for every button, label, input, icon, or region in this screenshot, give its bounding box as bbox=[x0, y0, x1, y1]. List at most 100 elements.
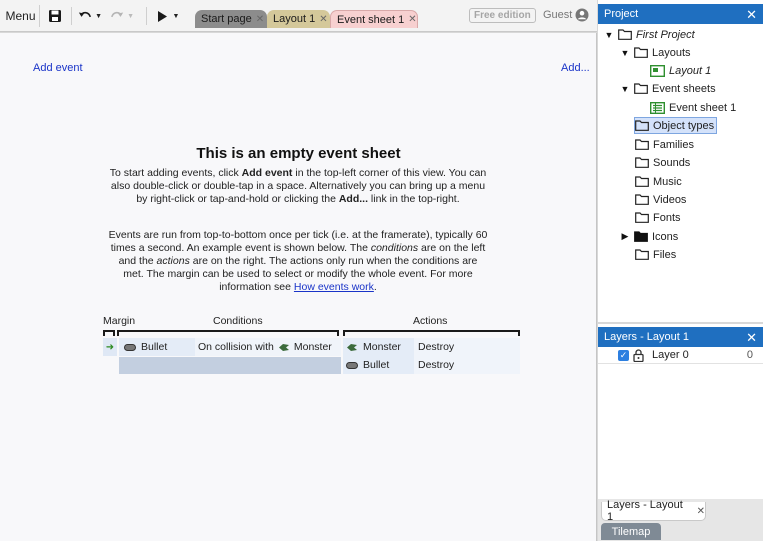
actions-bracket bbox=[343, 330, 520, 336]
action-object-name: Bullet bbox=[363, 359, 390, 371]
event-sheet-icon bbox=[650, 101, 665, 114]
condition-object-name: Bullet bbox=[141, 341, 168, 353]
preview-button[interactable]: ▼ bbox=[155, 5, 181, 27]
layers-panel-header: Layers - Layout 1 ✕ bbox=[598, 327, 763, 347]
tree-item-label: First Project bbox=[636, 28, 695, 41]
layout-icon bbox=[650, 64, 665, 77]
chevron-down-icon: ▼ bbox=[95, 12, 102, 20]
text: To start adding events, click bbox=[109, 167, 242, 179]
folder-icon bbox=[635, 139, 649, 150]
user-icon bbox=[575, 8, 589, 22]
tree-item-files[interactable]: Files bbox=[635, 246, 676, 263]
action-object[interactable]: Monster bbox=[343, 338, 414, 356]
tree-item-label: Families bbox=[653, 138, 694, 151]
folder-filled-icon bbox=[634, 231, 648, 242]
how-events-work-link[interactable]: How events work bbox=[294, 281, 374, 293]
close-icon[interactable]: ✕ bbox=[697, 506, 705, 517]
tree-item-layouts[interactable]: ▼ Layouts bbox=[620, 44, 691, 61]
project-panel: Project ✕ ▼ First Project ▼ Layouts Layo… bbox=[598, 0, 763, 322]
condition-object[interactable]: Bullet bbox=[119, 338, 195, 356]
action-object-name: Monster bbox=[363, 341, 401, 353]
panel-title: Project bbox=[604, 8, 639, 20]
conditions-bracket bbox=[117, 330, 339, 336]
expand-down-icon[interactable]: ▼ bbox=[604, 30, 614, 40]
expand-down-icon[interactable]: ▼ bbox=[620, 84, 630, 94]
text-italic: actions bbox=[156, 255, 190, 267]
tree-item-label: Icons bbox=[652, 230, 679, 243]
redo-button[interactable]: ▼ bbox=[110, 5, 134, 27]
condition-empty-slot[interactable] bbox=[119, 357, 341, 374]
tree-item-label: Event sheet 1 bbox=[669, 101, 737, 114]
close-icon[interactable]: ✕ bbox=[319, 14, 327, 25]
tab-label: Event sheet 1 bbox=[337, 13, 405, 26]
close-icon[interactable]: ✕ bbox=[256, 14, 264, 25]
action-object[interactable]: Bullet bbox=[343, 356, 414, 374]
text-bold: Add event bbox=[241, 167, 293, 179]
free-edition-badge[interactable]: Free edition bbox=[469, 8, 536, 23]
tab-layout-1[interactable]: Layout 1 ✕ bbox=[267, 10, 330, 28]
tab-label: Layers - Layout 1 bbox=[607, 499, 683, 523]
folder-icon bbox=[634, 47, 648, 58]
actions-header: Actions bbox=[413, 315, 448, 327]
close-icon[interactable]: ✕ bbox=[746, 7, 757, 23]
lock-icon[interactable] bbox=[633, 349, 644, 365]
layer-name: Layer 0 bbox=[652, 349, 689, 361]
close-icon[interactable]: ✕ bbox=[746, 330, 757, 346]
tree-item-families[interactable]: Families bbox=[635, 136, 694, 153]
tab-layers[interactable]: Layers - Layout 1 ✕ bbox=[601, 499, 706, 523]
folder-icon bbox=[618, 29, 632, 40]
layer-visible-checkbox[interactable]: ✓ bbox=[618, 350, 629, 361]
tree-item-event-sheets[interactable]: ▼ Event sheets bbox=[620, 80, 716, 97]
menu-button[interactable]: Menu bbox=[2, 5, 40, 27]
tree-item-music[interactable]: Music bbox=[635, 173, 682, 190]
tree-item-layout-1[interactable]: Layout 1 bbox=[650, 62, 711, 79]
user-avatar[interactable] bbox=[575, 8, 589, 25]
condition-text[interactable]: On collision with Monster bbox=[195, 338, 341, 356]
tree-item-event-sheet-1[interactable]: Event sheet 1 bbox=[650, 99, 736, 116]
undo-icon bbox=[78, 11, 92, 18]
tree-item-videos[interactable]: Videos bbox=[635, 191, 686, 208]
tree-item-sounds[interactable]: Sounds bbox=[635, 154, 690, 171]
bottom-tab-bar: Layers - Layout 1 ✕ Tilemap bbox=[598, 499, 763, 541]
empty-sheet-title: This is an empty event sheet bbox=[196, 145, 401, 162]
chevron-down-icon: ▼ bbox=[172, 12, 180, 20]
text: link in the top-right. bbox=[368, 193, 460, 205]
folder-icon bbox=[635, 249, 649, 260]
folder-icon bbox=[635, 212, 649, 223]
save-button[interactable] bbox=[44, 5, 66, 27]
add-event-link[interactable]: Add event bbox=[33, 62, 83, 74]
folder-icon bbox=[635, 176, 649, 187]
event-sheet-view[interactable]: Add event Add... This is an empty event … bbox=[0, 33, 597, 541]
action-text[interactable]: Destroy bbox=[414, 338, 520, 356]
expand-right-icon[interactable]: ▶ bbox=[620, 231, 630, 242]
tree-item-object-types[interactable]: Object types bbox=[634, 117, 718, 134]
arrow-right-icon: ➜ bbox=[105, 341, 115, 353]
tab-start-page[interactable]: Start page ✕ bbox=[195, 10, 267, 28]
layer-row[interactable]: ✓ Layer 0 0 bbox=[598, 348, 763, 364]
tree-item-first-project[interactable]: ▼ First Project bbox=[604, 26, 695, 43]
event-margin[interactable]: ➜ bbox=[103, 338, 117, 356]
project-panel-header: Project ✕ bbox=[598, 4, 763, 24]
tree-item-label: Layouts bbox=[652, 46, 691, 59]
tree-item-label: Music bbox=[653, 175, 682, 188]
add-menu-link[interactable]: Add... bbox=[561, 62, 590, 74]
text-italic: conditions bbox=[370, 242, 419, 254]
tree-item-label: Fonts bbox=[653, 211, 681, 224]
tab-tilemap[interactable]: Tilemap bbox=[601, 523, 661, 540]
example-event[interactable]: ➜ Bullet On collision with Monster Monst… bbox=[103, 337, 520, 375]
expand-down-icon[interactable]: ▼ bbox=[620, 48, 630, 58]
tree-item-fonts[interactable]: Fonts bbox=[635, 209, 681, 226]
tree-item-icons[interactable]: ▶ Icons bbox=[620, 228, 679, 245]
folder-icon bbox=[635, 157, 649, 168]
condition-target-name: Monster bbox=[293, 341, 332, 353]
tab-event-sheet-1[interactable]: Event sheet 1 ✕ bbox=[330, 10, 418, 28]
bullet-object-icon bbox=[124, 343, 136, 351]
intro-paragraph: To start adding events, click Add event … bbox=[108, 167, 488, 206]
undo-button[interactable]: ▼ bbox=[78, 5, 102, 27]
tree-item-label: Videos bbox=[653, 193, 687, 206]
action-text[interactable]: Destroy bbox=[414, 356, 520, 374]
user-name[interactable]: Guest bbox=[543, 9, 572, 21]
folder-icon bbox=[635, 194, 649, 205]
close-icon[interactable]: ✕ bbox=[408, 14, 416, 25]
tree-item-label: Files bbox=[653, 248, 677, 261]
